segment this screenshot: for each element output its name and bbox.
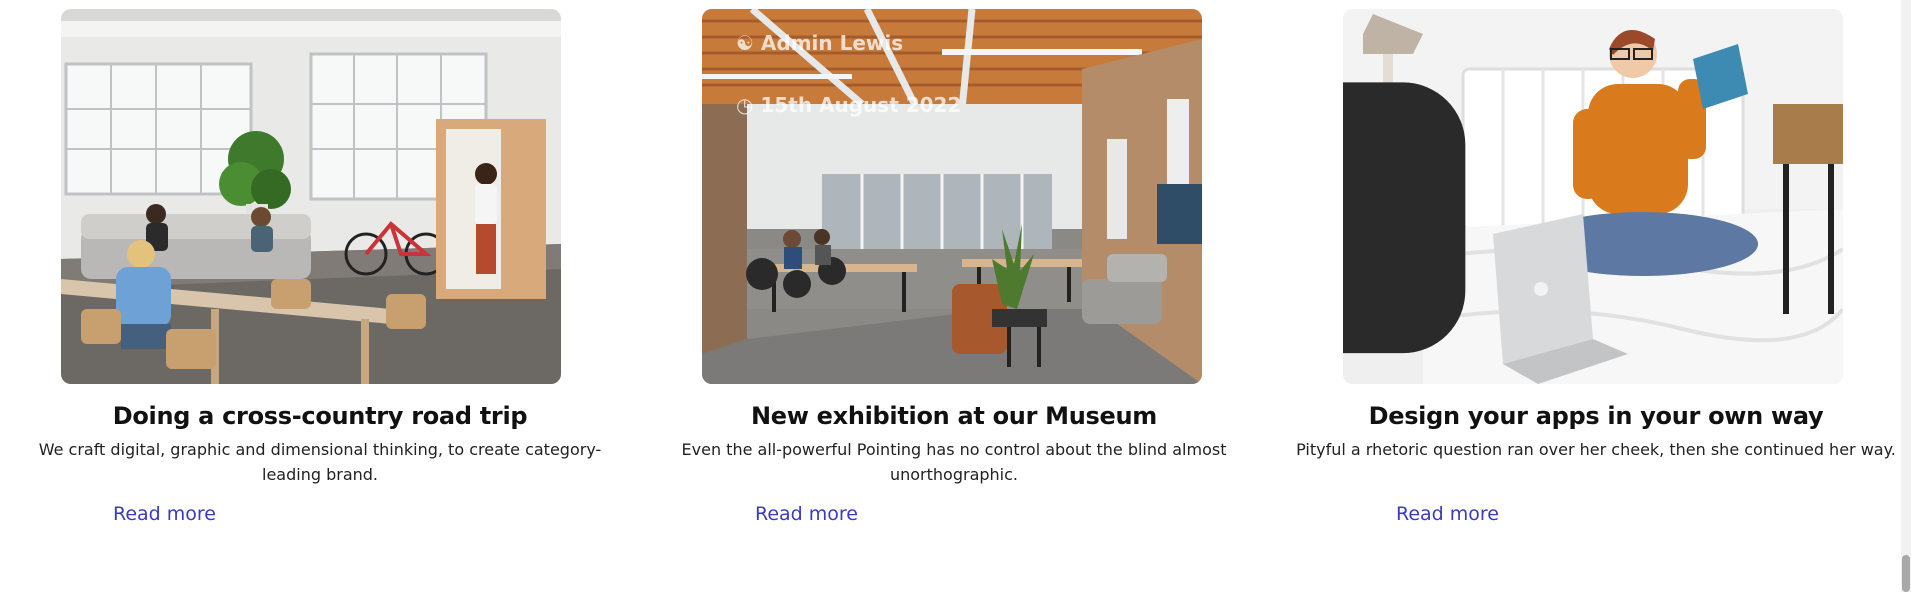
user-icon: ☯: [736, 31, 754, 55]
vertical-scrollbar[interactable]: [1901, 0, 1911, 592]
card-image-office-lounge[interactable]: [61, 9, 561, 384]
card-description: Even the all-powerful Pointing has no co…: [681, 440, 1227, 484]
card-title: New exhibition at our Museum: [750, 402, 1157, 430]
card-description: We craft digital, graphic and dimensiona…: [38, 440, 602, 484]
overlay-author: Admin Lewis: [760, 31, 904, 55]
industrial-office-illustration: [702, 9, 1202, 384]
read-more-link[interactable]: Read more: [1396, 503, 1499, 525]
card-title: Design your apps in your own way: [1368, 402, 1824, 430]
scrollbar-thumb[interactable]: [1902, 555, 1910, 592]
overlay-date-text: ◷ 15th August 2022: [736, 93, 961, 117]
card-image-woman-on-bed[interactable]: [1343, 9, 1843, 384]
camera-icon: [1343, 82, 1466, 354]
card-title: Doing a cross-country road trip: [112, 402, 528, 430]
office-lounge-illustration: [61, 9, 561, 384]
blog-cards-section: Doing a cross-country road trip We craft…: [0, 0, 1911, 592]
overlay-author-text: ☯ Admin Lewis: [736, 31, 903, 55]
clock-icon: ◷: [736, 93, 754, 117]
read-more-link[interactable]: Read more: [755, 503, 858, 525]
overlay-date: 15th August 2022: [760, 93, 962, 117]
card-description: Pityful a rhetoric question ran over her…: [1296, 440, 1896, 459]
read-more-link[interactable]: Read more: [113, 503, 216, 525]
card-image-industrial-office[interactable]: ☯ Admin Lewis ◷ 15th August 2022: [702, 9, 1202, 384]
